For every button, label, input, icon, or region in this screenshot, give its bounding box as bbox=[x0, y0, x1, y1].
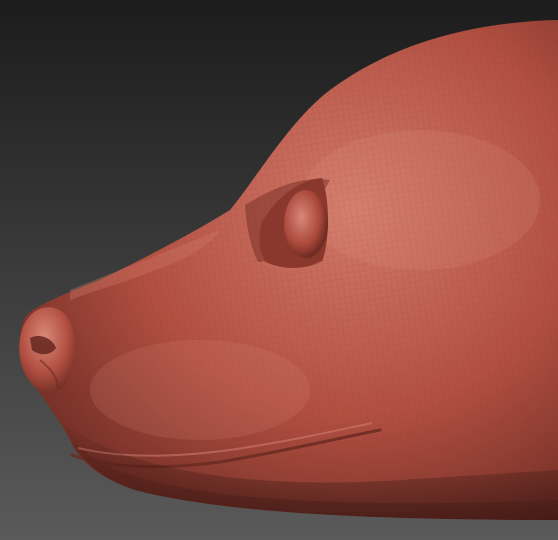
cheek-highlight bbox=[90, 340, 310, 440]
eye bbox=[284, 190, 328, 258]
viewport-canvas[interactable] bbox=[0, 0, 558, 540]
forehead-highlight bbox=[300, 130, 540, 270]
sculpt-viewport[interactable] bbox=[0, 0, 558, 540]
